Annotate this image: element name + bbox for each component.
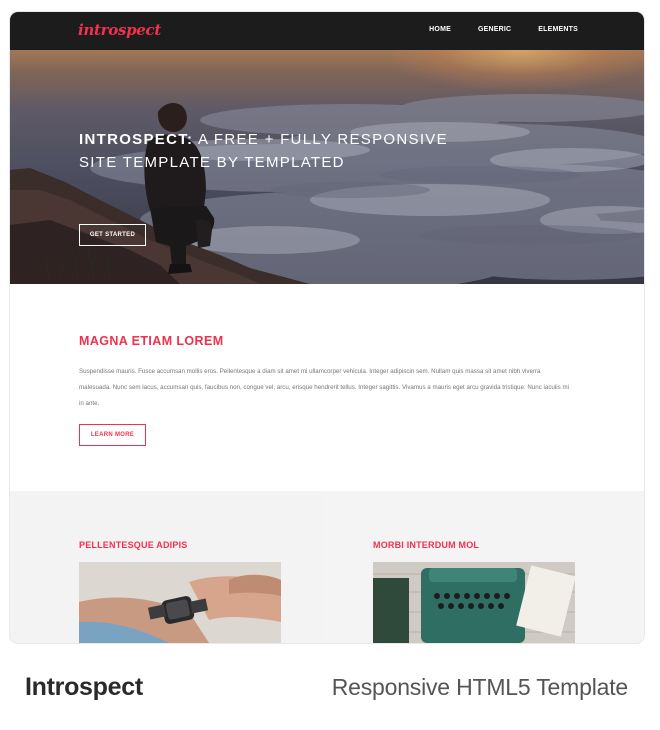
feature-column-left: PELLENTESQUE ADIPIS <box>10 491 326 643</box>
template-subtitle: Responsive HTML5 Template <box>331 674 628 700</box>
hero-banner: INTROSPECT: A FREE + FULLY RESPONSIVE SI… <box>10 50 644 284</box>
template-preview-card[interactable]: introspect HOME GENERIC ELEMENTS INTROSP… <box>10 12 644 643</box>
feature-heading-left: PELLENTESQUE ADIPIS <box>79 540 188 550</box>
hero-title-line2: SITE TEMPLATE BY TEMPLATED <box>79 154 345 171</box>
section-heading: MAGNA ETIAM LOREM <box>79 334 224 348</box>
typewriter-photo-icon[interactable] <box>373 562 575 643</box>
get-started-button[interactable]: GET STARTED <box>79 224 146 246</box>
site-header: introspect HOME GENERIC ELEMENTS <box>10 12 644 50</box>
hero-title-line1: A FREE + FULLY RESPONSIVE <box>193 131 448 148</box>
nav-item-home[interactable]: HOME <box>429 26 451 33</box>
smartwatch-photo-icon[interactable] <box>79 562 281 643</box>
feature-column-right: MORBI INTERDUM MOL <box>326 491 644 643</box>
feature-heading-right: MORBI INTERDUM MOL <box>373 540 480 550</box>
nav-item-generic[interactable]: GENERIC <box>478 26 511 33</box>
nav-item-elements[interactable]: ELEMENTS <box>538 26 578 33</box>
template-title[interactable]: Introspect <box>25 673 143 702</box>
main-nav: HOME GENERIC ELEMENTS <box>429 26 578 33</box>
section-body-text: Suspendisse mauris. Fusce accumsan molli… <box>79 368 569 407</box>
site-logo[interactable]: introspect <box>78 21 161 39</box>
learn-more-button[interactable]: LEARN MORE <box>79 424 146 446</box>
hero-title: INTROSPECT: A FREE + FULLY RESPONSIVE SI… <box>79 128 459 174</box>
hero-title-bold: INTROSPECT: <box>79 131 194 148</box>
